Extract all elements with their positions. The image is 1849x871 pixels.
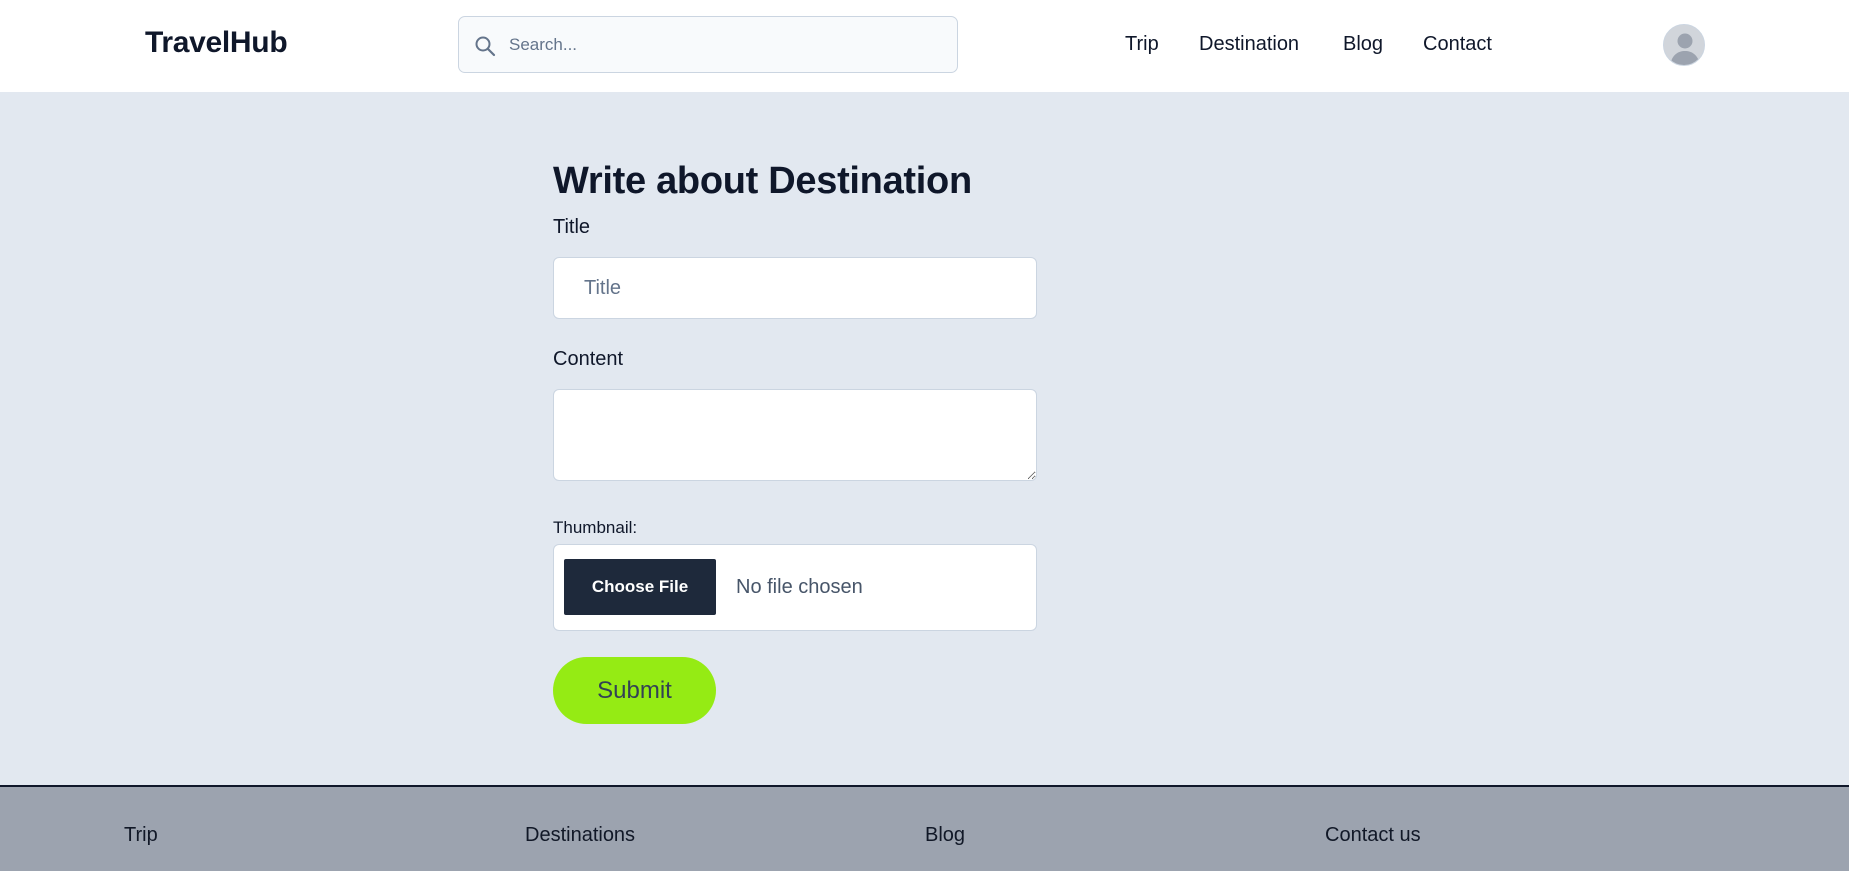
nav-link-blog[interactable]: Blog bbox=[1343, 33, 1383, 56]
content-label: Content bbox=[553, 348, 624, 370]
content-field[interactable] bbox=[553, 389, 1037, 481]
footer: Trip Destinations Blog Contact us bbox=[0, 785, 1849, 871]
site-logo[interactable]: TravelHub bbox=[145, 26, 288, 60]
nav-link-contact[interactable]: Contact bbox=[1423, 33, 1492, 56]
footer-link-contact-us[interactable]: Contact us bbox=[1325, 824, 1421, 847]
title-input[interactable] bbox=[554, 258, 1036, 318]
nav-link-destination[interactable]: Destination bbox=[1199, 33, 1299, 56]
search-icon bbox=[475, 36, 496, 57]
search-input[interactable] bbox=[509, 17, 949, 72]
thumbnail-label: Thumbnail: bbox=[553, 518, 638, 537]
title-label: Title bbox=[553, 216, 591, 238]
content-textarea[interactable] bbox=[554, 390, 1036, 480]
footer-link-blog[interactable]: Blog bbox=[925, 824, 965, 847]
nav-link-trip[interactable]: Trip bbox=[1125, 33, 1159, 56]
submit-button[interactable]: Submit bbox=[553, 657, 716, 724]
title-field[interactable] bbox=[553, 257, 1037, 319]
user-avatar-icon bbox=[1664, 25, 1704, 65]
page-title: Write about Destination bbox=[553, 160, 972, 202]
top-navbar: TravelHub Trip Destination Blog Contact bbox=[0, 0, 1849, 92]
footer-link-trip[interactable]: Trip bbox=[124, 824, 158, 847]
choose-file-button[interactable]: Choose File bbox=[564, 559, 716, 615]
thumbnail-file-input[interactable]: Choose File No file chosen bbox=[553, 544, 1037, 631]
search-box[interactable] bbox=[458, 16, 958, 73]
file-status-text: No file chosen bbox=[736, 576, 863, 598]
user-avatar[interactable] bbox=[1663, 24, 1705, 66]
footer-link-destinations[interactable]: Destinations bbox=[525, 824, 635, 847]
